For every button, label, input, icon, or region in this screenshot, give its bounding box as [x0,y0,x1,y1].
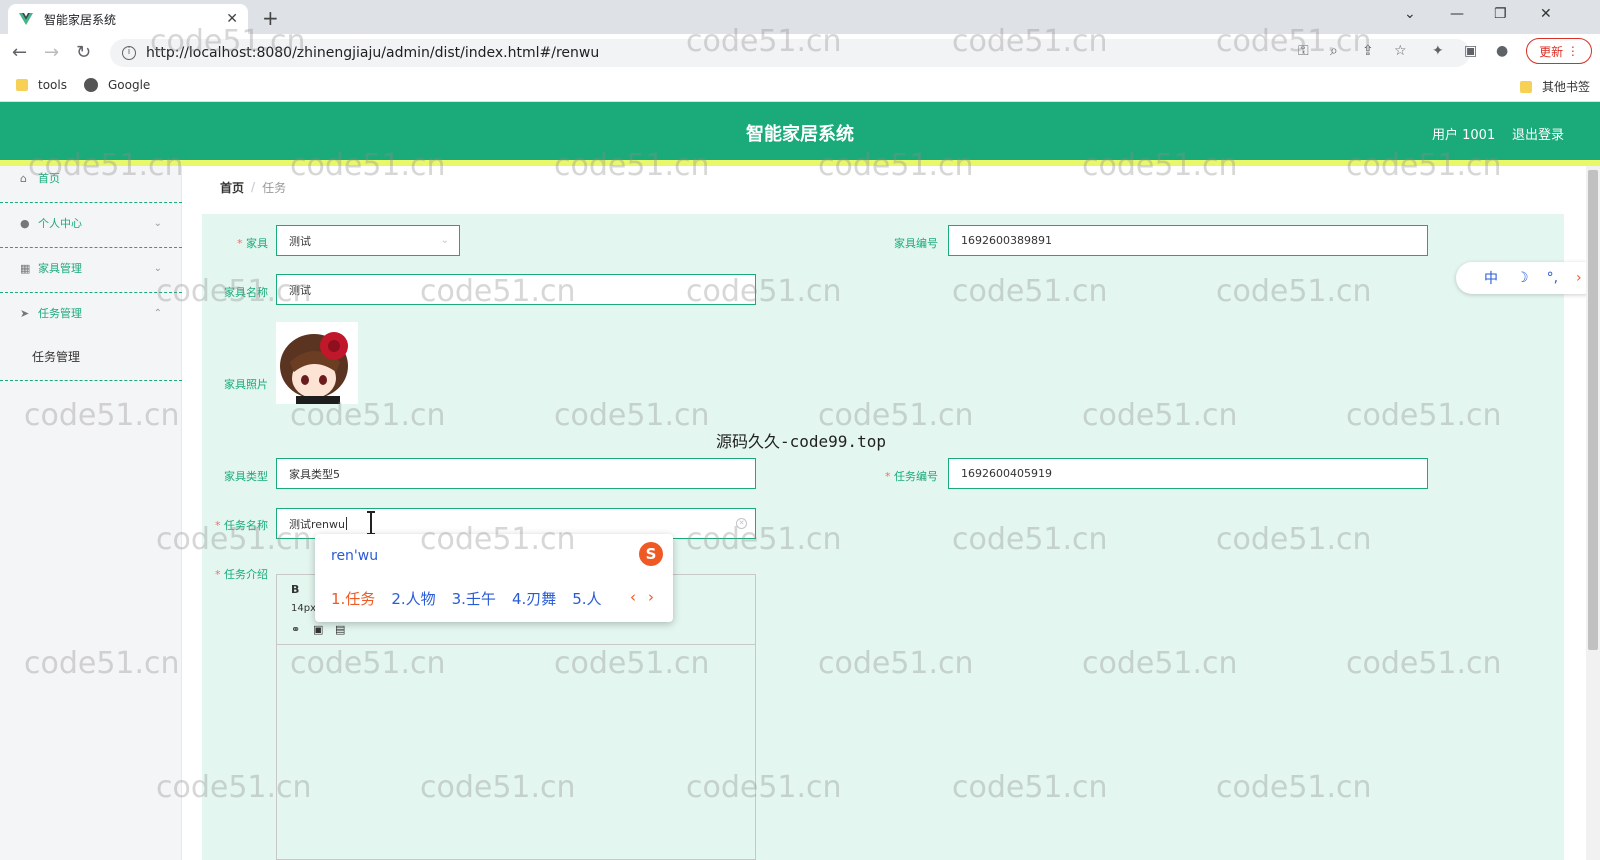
task-no-field[interactable]: 1692600405919 [948,458,1428,489]
globe-icon [84,78,98,92]
tab-title: 智能家居系统 [44,12,117,27]
furniture-name-field[interactable]: 测试 [276,274,756,305]
vue-logo-icon [19,13,33,25]
ime-candidate[interactable]: 3.壬午 [452,588,496,609]
close-tab-icon[interactable]: ✕ [226,11,238,27]
close-window-icon[interactable]: ✕ [1540,6,1552,22]
video-icon[interactable]: ▤ [335,623,345,636]
ime-candidate[interactable]: 5.人 [572,588,601,609]
header-strip [0,160,1600,166]
home-icon: ⌂ [20,171,27,185]
bookmarks-bar: tools Google 其他书签 [0,70,1600,102]
sidebar-item-profile[interactable]: ● 个人中心 ⌄ [0,201,182,245]
logout-link[interactable]: 退出登录 [1512,124,1564,143]
type-label: 家具类型 [224,470,268,483]
other-bookmarks[interactable]: 其他书签 [1520,78,1590,95]
submenu-task-management[interactable]: 任务管理 [32,348,80,365]
ime-candidate-popup: ren'wu S 1.任务 2.人物 3.壬午 4.刃舞 5.人 ‹ › [315,534,673,622]
ime-candidates: 1.任务 2.人物 3.壬午 4.刃舞 5.人 [331,588,602,609]
forward-icon[interactable]: → [44,42,59,63]
grid-icon: ▦ [20,261,31,275]
chevron-right-icon[interactable]: › [1576,270,1582,286]
bookmark-google[interactable]: Google [84,78,150,92]
chevron-down-icon: ⌄ [440,235,449,246]
ime-next-icon[interactable]: › [648,588,654,606]
ime-composition: ren'wu [331,548,379,564]
divider [0,380,182,381]
bold-button[interactable]: B [291,583,299,596]
scrollbar[interactable] [1586,166,1600,860]
scrollbar-thumb[interactable] [1588,170,1598,650]
new-tab-icon[interactable]: + [262,6,279,30]
type-field[interactable]: 家具类型5 [276,458,756,489]
key-icon[interactable]: ⚿ [1298,43,1309,59]
bookmark-star-icon[interactable]: ☆ [1394,43,1407,59]
editor-body[interactable] [277,645,755,859]
sidebar-item-home[interactable]: ⌂ 首页 [0,156,182,200]
furniture-photo[interactable] [276,322,358,404]
back-icon[interactable]: ← [12,42,27,63]
breadcrumb-current: 任务 [262,180,287,195]
link-icon[interactable]: ⚭ [291,623,300,636]
ime-status-bar: 中 ☽ °, › [1456,262,1600,294]
send-icon: ➤ [20,306,30,320]
text-cursor-icon [367,511,375,535]
avatar-image [276,322,358,404]
browser-tab-bar: 智能家居系统 ✕ + ⌄ — ❐ ✕ [0,0,1600,34]
user-name: 用户 1001 [1432,128,1496,143]
ime-prev-icon[interactable]: ‹ [630,588,636,606]
chevron-down-icon: ⌄ [153,262,162,274]
browser-tab[interactable]: 智能家居系统 ✕ [8,4,248,34]
chevron-up-icon: ⌃ [153,307,162,319]
url-text: http://localhost:8080/zhinengjiaju/admin… [146,45,600,61]
sidebar-item-furniture[interactable]: ▦ 家具管理 ⌄ [0,246,182,290]
sogou-logo-icon: S [639,542,663,566]
tab-search-icon[interactable]: ⌄ [1404,6,1416,22]
folder-icon [16,79,28,91]
address-toolbar: ← → ↻ i http://localhost:8080/zhinengjia… [0,34,1600,70]
furniture-name-label: 家具名称 [224,286,268,299]
ime-candidate[interactable]: 4.刃舞 [512,588,556,609]
furniture-no-label: 家具编号 [894,237,938,250]
overlay-watermark-text: 源码久久-code99.top [716,432,886,451]
breadcrumb-home[interactable]: 首页 [220,179,244,196]
share-icon[interactable]: ⇪ [1362,43,1374,59]
furniture-select[interactable]: 测试 ⌄ [276,225,460,256]
url-bar[interactable]: i http://localhost:8080/zhinengjiaju/adm… [110,39,1470,67]
breadcrumb-separator: / [251,180,256,194]
restore-icon[interactable]: ❐ [1494,6,1507,22]
ime-candidate[interactable]: 2.人物 [391,588,435,609]
font-size-select[interactable]: 14px [291,603,316,614]
moon-icon[interactable]: ☽ [1516,270,1529,286]
side-panel-icon[interactable]: ▣ [1464,43,1477,59]
app-title: 智能家居系统 [746,124,854,145]
photo-label: 家具照片 [224,378,268,391]
folder-icon [1520,80,1532,93]
sidebar: ⌂ 首页 ● 个人中心 ⌄ ▦ 家具管理 ⌄ ➤ 任务管理 ⌃ 任务管理 [0,166,182,860]
furniture-label: * 家具 [237,237,268,250]
update-button[interactable]: 更新 ⋮ [1526,38,1592,64]
clear-icon[interactable]: ✕ [736,518,747,529]
bookmark-tools[interactable]: tools [16,78,67,92]
chevron-down-icon: ⌄ [153,217,162,229]
chinese-mode-icon[interactable]: 中 [1484,268,1498,288]
profile-icon[interactable]: ● [1496,43,1508,59]
minimize-icon[interactable]: — [1450,6,1464,22]
reload-icon[interactable]: ↻ [76,42,91,63]
image-icon[interactable]: ▣ [313,623,323,636]
punctuation-icon[interactable]: °, [1547,270,1558,286]
breadcrumb: 首页 / 任务 [202,168,1564,206]
task-name-label: * 任务名称 [215,519,268,532]
sidebar-item-tasks[interactable]: ➤ 任务管理 ⌃ [0,291,182,335]
app-header: 智能家居系统 用户 1001 退出登录 [0,102,1600,160]
user-icon: ● [20,216,30,230]
ime-candidate[interactable]: 1.任务 [331,588,375,609]
task-no-label: * 任务编号 [885,470,938,483]
zoom-icon[interactable]: ⌕ [1330,43,1338,59]
extensions-icon[interactable]: ✦ [1432,43,1444,59]
task-intro-label: * 任务介绍 [215,568,268,581]
site-info-icon[interactable]: i [122,46,136,60]
furniture-no-field[interactable]: 1692600389891 [948,225,1428,256]
